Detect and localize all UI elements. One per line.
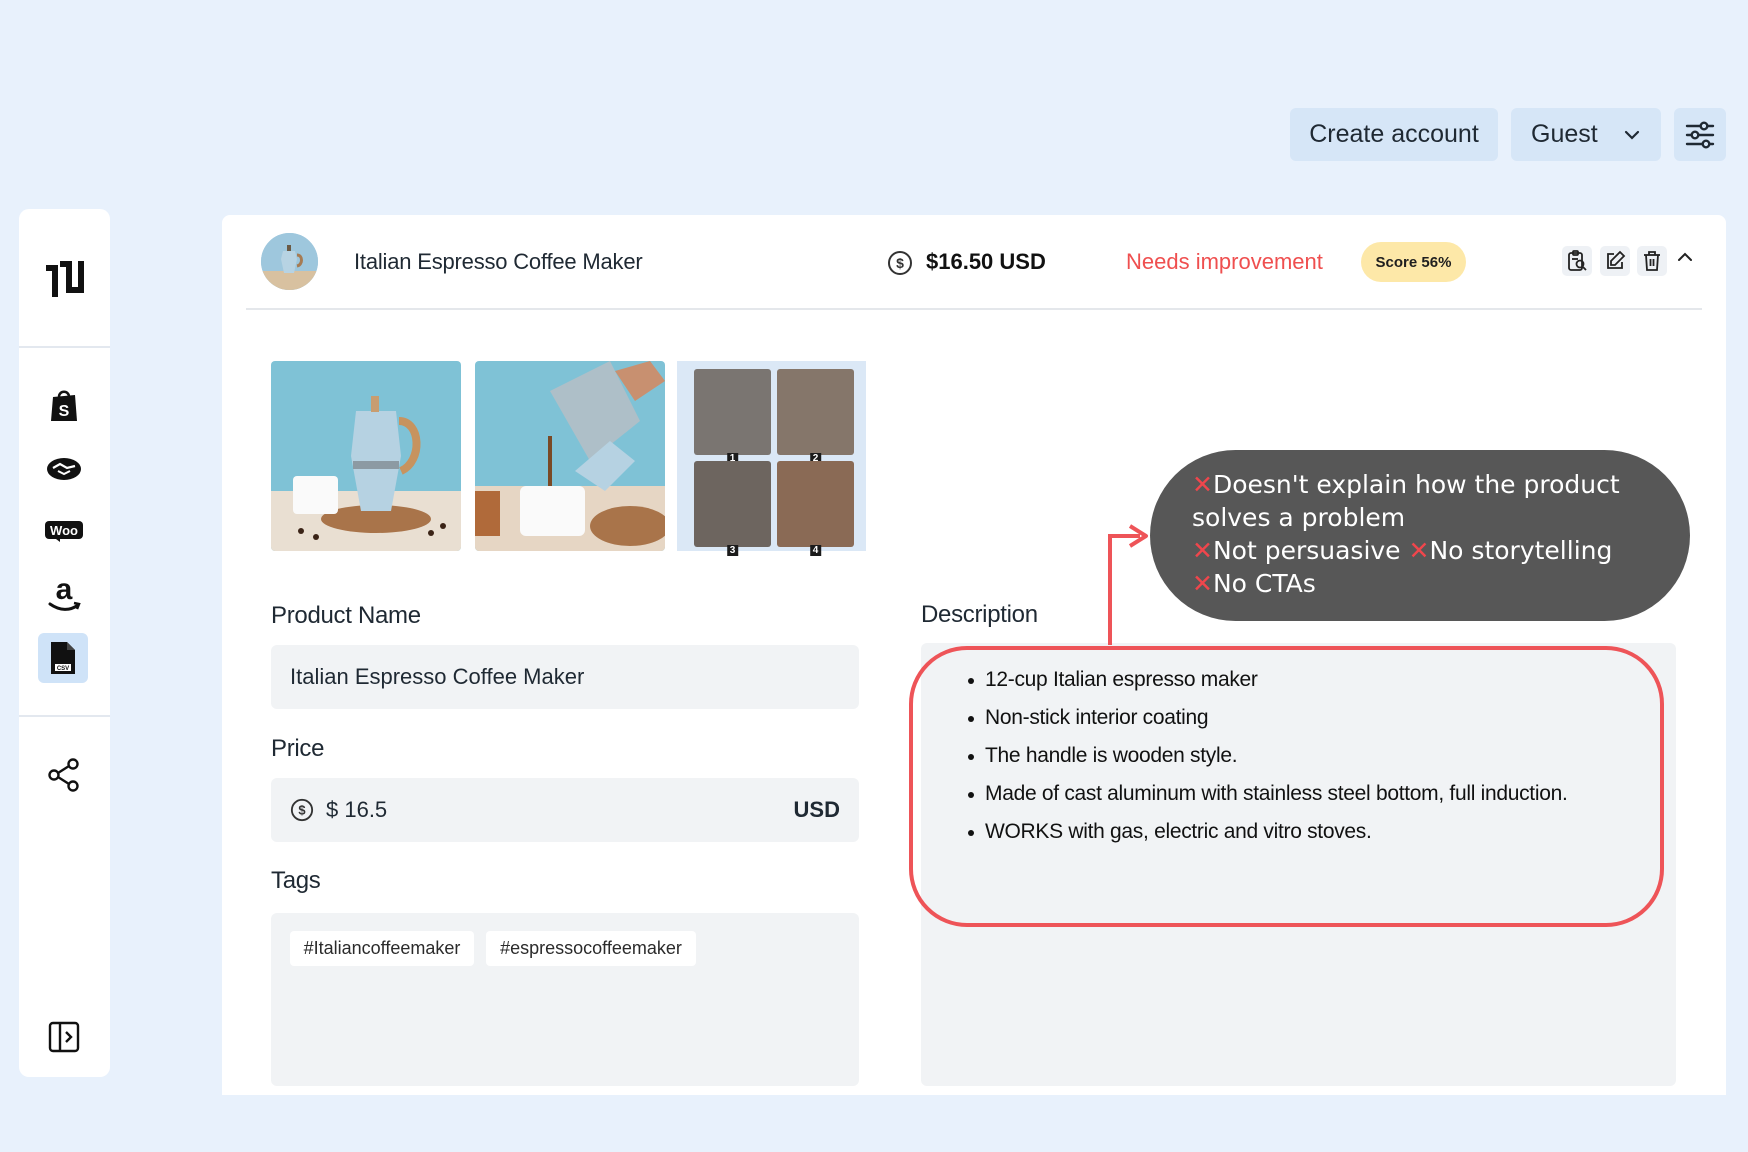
x-mark-icon: ✕	[1192, 569, 1213, 598]
x-mark-icon: ✕	[1192, 536, 1213, 565]
callout-line: ✕Not persuasive ✕No storytelling	[1192, 536, 1613, 565]
callout-line: solves a problem	[1192, 503, 1406, 532]
callout-line: ✕Doesn't explain how the product	[1192, 470, 1620, 499]
feedback-callout: ✕Doesn't explain how the product solves …	[1150, 450, 1690, 621]
x-mark-icon: ✕	[1408, 536, 1430, 565]
x-mark-icon: ✕	[1192, 470, 1213, 499]
callout-line: ✕No CTAs	[1192, 569, 1316, 598]
